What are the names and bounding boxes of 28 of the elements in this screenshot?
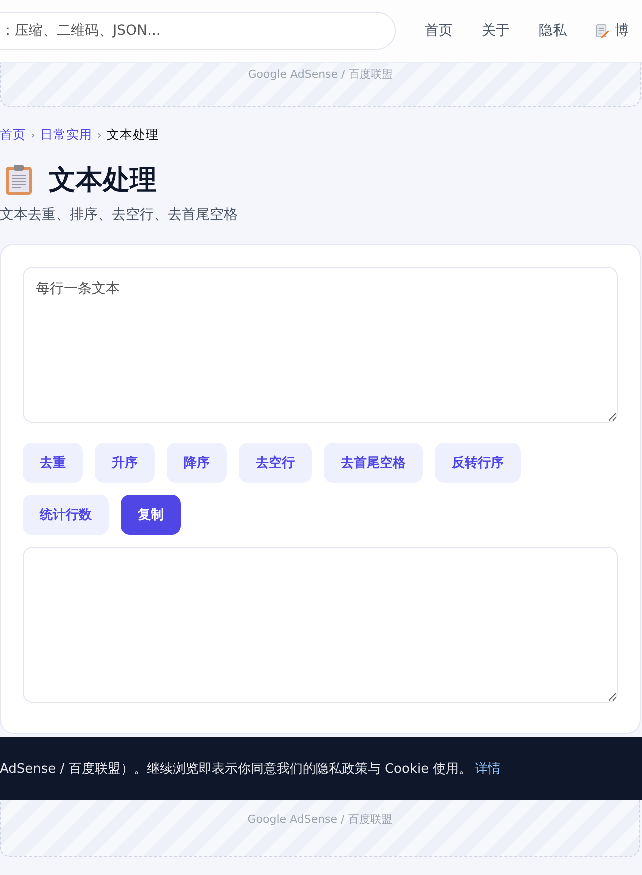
action-button[interactable]: 反转行序 — [435, 443, 521, 483]
cookie-text: AdSense / 百度联盟）。继续浏览即表示你同意我们的隐私政策与 Cookie 使用。 — [0, 760, 472, 778]
ad-label: Google AdSense / 百度联盟 — [248, 812, 392, 827]
memo-icon — [596, 24, 609, 38]
nav-link[interactable]: 关于 — [482, 22, 510, 40]
input-textarea[interactable]: 每行一条文本 — [23, 267, 618, 423]
nav-link[interactable]: 首页 — [425, 22, 453, 40]
page-title: 文本处理 — [49, 164, 157, 198]
action-button[interactable]: 统计行数 — [23, 495, 109, 535]
nav-link[interactable]: 隐私 — [539, 22, 567, 40]
action-button[interactable]: 去重 — [23, 443, 83, 483]
details-link[interactable]: 详情 — [475, 760, 502, 778]
breadcrumb-separator: › — [97, 129, 102, 142]
breadcrumb-item[interactable]: 日常实用 — [40, 127, 92, 144]
output-textarea[interactable] — [23, 547, 618, 703]
action-button[interactable]: 升序 — [95, 443, 155, 483]
page-subtitle: 文本去重、排序、去空行、去首尾空格 — [0, 206, 239, 224]
clipboard-icon — [5, 164, 33, 196]
search-field[interactable]: ：压缩、二维码、JSON... — [0, 12, 396, 50]
breadcrumb-item[interactable]: 首页 — [0, 127, 26, 144]
ad-label: Google AdSense / 百度联盟 — [248, 67, 393, 82]
action-button[interactable]: 降序 — [167, 443, 227, 483]
breadcrumb-separator: › — [31, 129, 36, 142]
nav-link[interactable]: 博 — [596, 22, 629, 40]
action-button[interactable]: 去空行 — [239, 443, 312, 483]
breadcrumb-item: 文本处理 — [106, 127, 159, 144]
action-button[interactable]: 去首尾空格 — [324, 443, 423, 483]
action-button[interactable]: 复制 — [121, 495, 181, 535]
